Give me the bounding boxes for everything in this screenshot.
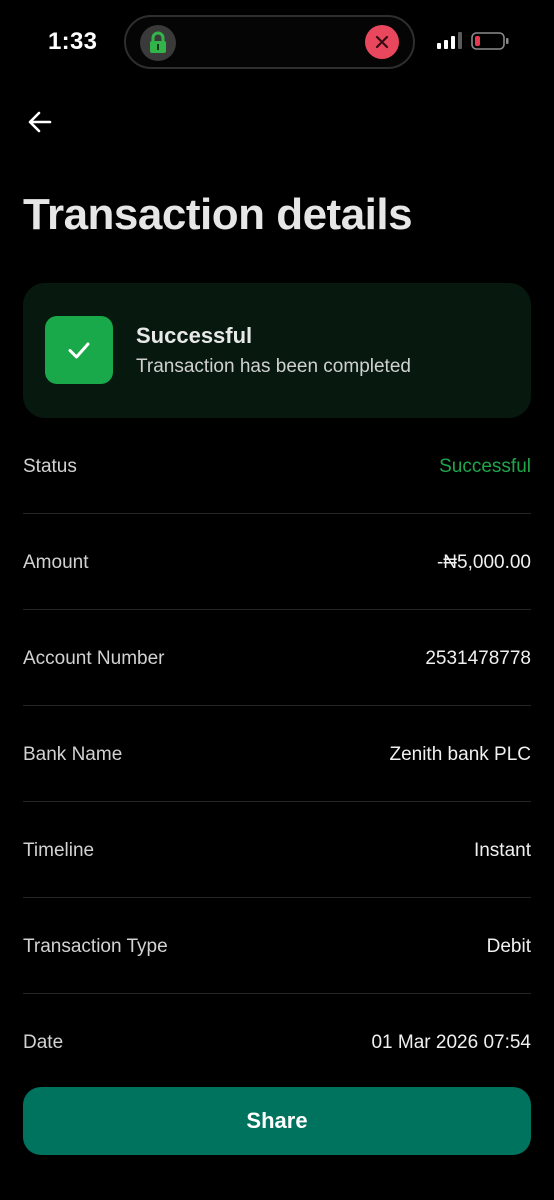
detail-row-date: Date 01 Mar 2026 07:54 [23, 994, 531, 1090]
arrow-left-icon [28, 111, 52, 133]
detail-row-transaction-type: Transaction Type Debit [23, 898, 531, 994]
back-button[interactable] [22, 104, 58, 140]
status-card-title: Successful [136, 323, 253, 348]
detail-value: Successful [439, 456, 531, 477]
detail-label: Transaction Type [23, 936, 168, 957]
detail-label: Status [23, 456, 77, 477]
detail-row-amount: Amount -₦5,000.00 [23, 514, 531, 610]
page-title: Transaction details [23, 190, 413, 239]
detail-row-timeline: Timeline Instant [23, 802, 531, 898]
close-icon[interactable] [365, 25, 399, 59]
detail-row-status: Status Successful [23, 418, 531, 514]
detail-value: 01 Mar 2026 07:54 [371, 1032, 531, 1053]
transaction-details-screen: 1:33 Transaction details Successful Tran… [0, 0, 554, 1200]
detail-label: Account Number [23, 648, 165, 669]
detail-label: Timeline [23, 840, 95, 861]
dynamic-island[interactable] [124, 15, 415, 69]
signal-icon [437, 32, 462, 49]
check-icon [45, 316, 113, 384]
detail-value: 2531478778 [425, 648, 531, 669]
battery-icon [471, 32, 509, 50]
lock-icon[interactable] [140, 25, 176, 61]
share-button[interactable]: Share [23, 1087, 531, 1155]
status-time: 1:33 [48, 28, 98, 55]
detail-label: Bank Name [23, 744, 123, 765]
detail-row-bank-name: Bank Name Zenith bank PLC [23, 706, 531, 802]
detail-label: Amount [23, 552, 89, 573]
status-bar: 1:33 [0, 0, 554, 84]
status-card: Successful Transaction has been complete… [23, 283, 531, 418]
detail-value: Instant [473, 840, 531, 861]
detail-value: -₦5,000.00 [436, 552, 531, 573]
transaction-details-list: Status Successful Amount -₦5,000.00 Acco… [23, 418, 531, 1090]
detail-value: Zenith bank PLC [389, 744, 531, 765]
detail-value: Debit [486, 936, 531, 957]
status-card-subtitle: Transaction has been completed [136, 356, 411, 377]
detail-row-account-number: Account Number 2531478778 [23, 610, 531, 706]
detail-label: Date [23, 1032, 64, 1053]
